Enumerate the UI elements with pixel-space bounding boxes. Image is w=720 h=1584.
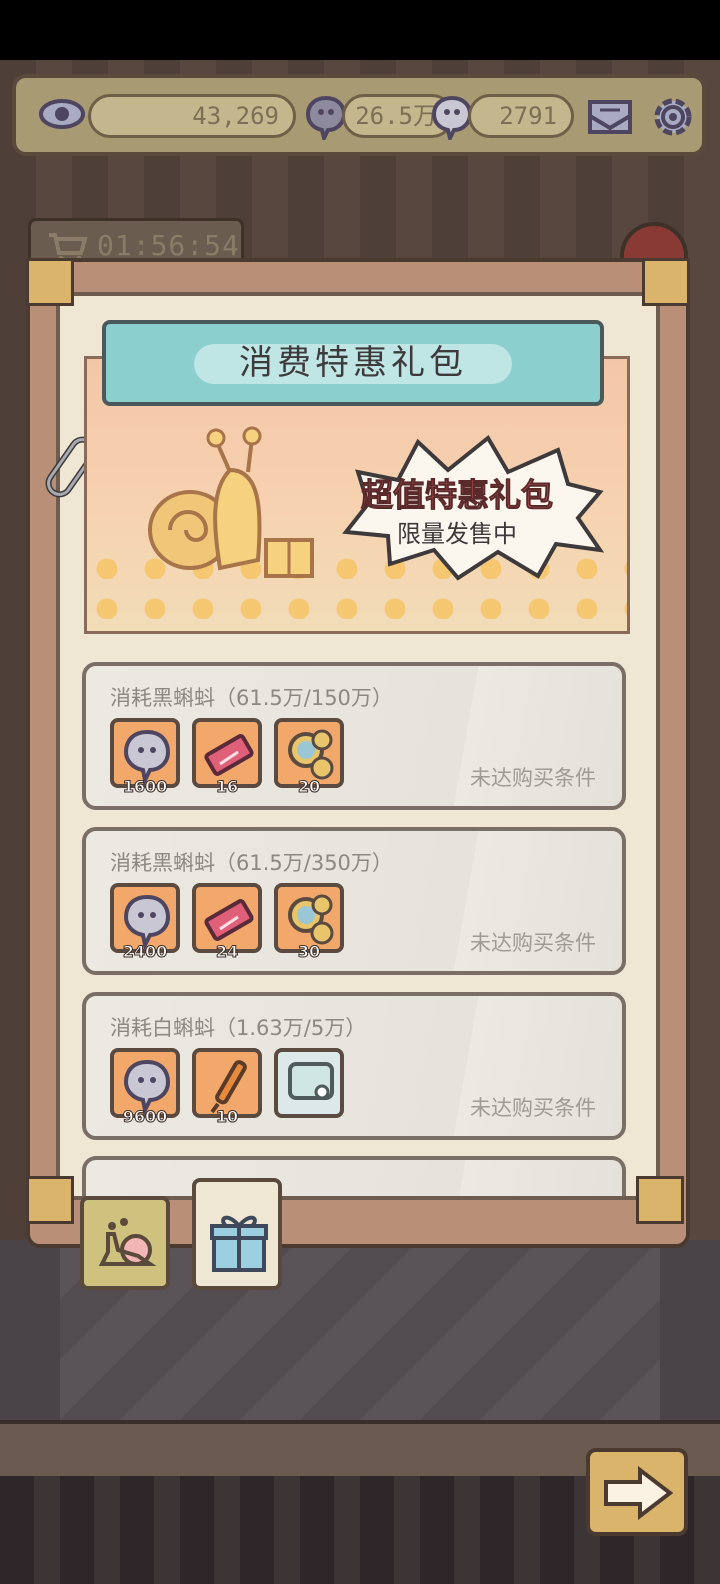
offer-title: 消耗黑蝌蚪（61.5万/150万）: [110, 686, 393, 710]
chat-bubble-icon: [288, 1062, 334, 1100]
resource-bar: 43,269 26.5万 2791: [12, 74, 706, 156]
banner-title: 超值特惠礼包: [360, 476, 553, 515]
coins-icon: [288, 894, 334, 945]
offer-card[interactable]: 消耗白蝌蚪（1.63万/5万） 9600 10 未达购买条件: [82, 992, 626, 1140]
offer-status: 未达购买条件: [470, 931, 596, 955]
offer-status: 未达购买条件: [470, 1096, 596, 1120]
reward-count: 24: [215, 942, 239, 962]
gear-icon[interactable]: [648, 92, 698, 142]
offer-title: 消耗白蝌蚪（1.63万/5万）: [110, 1016, 367, 1040]
reward-count: 9600: [122, 1107, 168, 1127]
tab-snail[interactable]: [80, 1196, 170, 1290]
offer-card[interactable]: 消耗黑蝌蚪（61.5万/150万） 1600 16 20 未达购买条件: [82, 662, 626, 810]
frame-corner: [26, 258, 74, 306]
reward-slot[interactable]: 16: [192, 718, 262, 797]
snail-icon: [98, 1218, 157, 1266]
frame-corner: [636, 1176, 684, 1224]
reward-count: 16: [215, 777, 239, 797]
status-bar: [0, 0, 720, 60]
reward-slot[interactable]: 30: [274, 883, 344, 962]
frame-corner: [26, 1176, 74, 1224]
offer-status: 未达购买条件: [470, 766, 596, 790]
reward-count: 20: [297, 777, 321, 797]
frame-corner: [642, 258, 690, 306]
reward-slot[interactable]: 24: [192, 883, 262, 962]
reward-slot[interactable]: [274, 1048, 344, 1118]
offer-card[interactable]: 消耗黑蝌蚪（61.5万/350万） 2400 24 30 未达购买条件: [82, 827, 626, 975]
tadpole-icon: [123, 729, 171, 784]
ticket-icon: [204, 899, 254, 941]
next-button[interactable]: [586, 1448, 688, 1536]
reward-slot[interactable]: 20: [274, 718, 344, 797]
reward-slot[interactable]: 9600: [110, 1048, 180, 1127]
panel-title: 消费特惠礼包: [239, 343, 467, 383]
eye-icon[interactable]: [38, 94, 86, 134]
offer-card[interactable]: [82, 1156, 626, 1196]
tadpole-icon: [123, 1059, 171, 1114]
mail-icon[interactable]: [586, 96, 634, 136]
reward-slot[interactable]: 10: [192, 1048, 262, 1127]
reward-count: 1600: [122, 777, 168, 797]
stick-icon: [210, 1060, 247, 1114]
white-tadpole-value: 2791: [468, 94, 574, 138]
panel-title-plate: 消费特惠礼包: [102, 320, 604, 406]
reward-slot[interactable]: 2400: [110, 883, 180, 962]
banner-subtitle: 限量发售中: [397, 520, 517, 548]
tab-gift[interactable]: [192, 1178, 282, 1290]
reward-count: 2400: [122, 942, 168, 962]
reward-count: 10: [215, 1107, 239, 1127]
gift-icon: [210, 1215, 268, 1272]
reward-slot[interactable]: 1600: [110, 718, 180, 797]
golden-snail-icon: [148, 426, 314, 578]
eye-value: 43,269: [88, 94, 296, 138]
reward-count: 30: [297, 942, 321, 962]
arrow-right-icon: [604, 1466, 674, 1520]
ticket-icon: [204, 734, 254, 776]
tadpole-icon: [123, 894, 171, 949]
coins-icon: [288, 729, 334, 780]
offer-title: 消耗黑蝌蚪（61.5万/350万）: [110, 851, 393, 875]
